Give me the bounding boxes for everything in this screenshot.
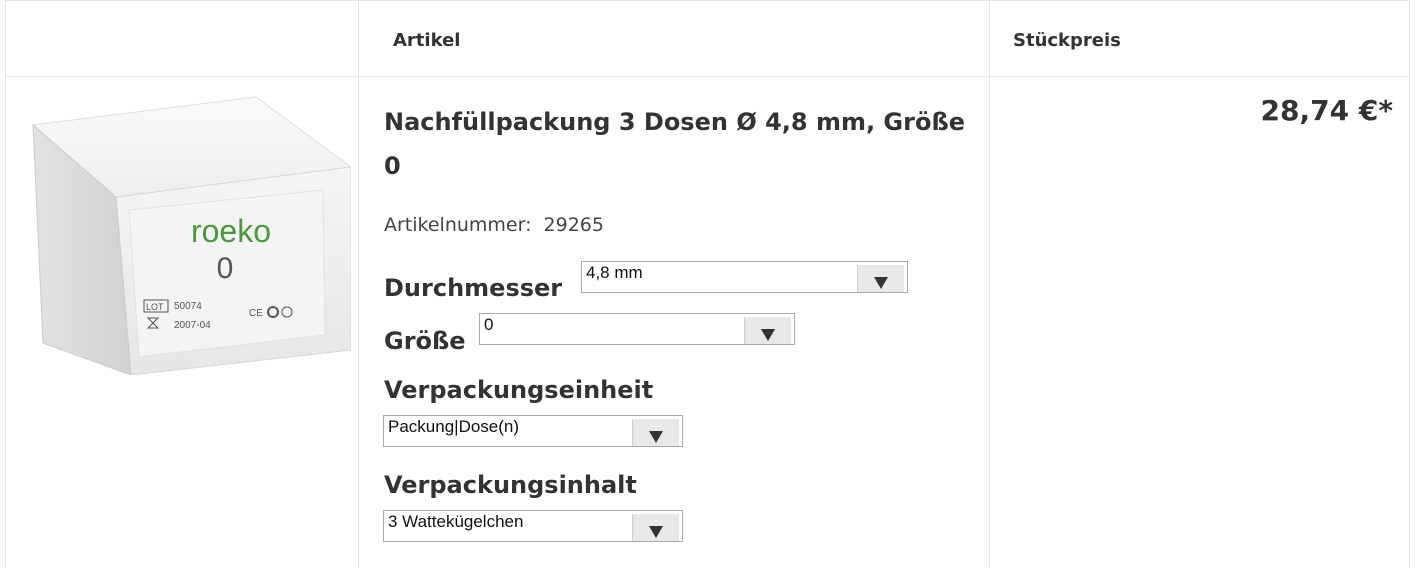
- chevron-down-icon: [761, 329, 775, 341]
- diameter-label: Durchmesser: [384, 274, 563, 302]
- header-article: Artikel: [393, 30, 461, 51]
- size-select[interactable]: 0: [479, 313, 795, 345]
- product-title[interactable]: Nachfüllpackung 3 Dosen Ø 4,8 mm, Größe …: [384, 100, 984, 188]
- packaging-unit-value: Packung|Dose(n): [388, 417, 520, 436]
- box-size-label: 0: [217, 252, 234, 285]
- chevron-down-icon: [874, 277, 888, 289]
- unit-price: 28,74 €*: [1260, 94, 1393, 127]
- chevron-down-icon: [649, 526, 663, 538]
- packaging-content-value: 3 Wattekügelchen: [388, 512, 524, 531]
- ce-mark: CE: [249, 308, 263, 319]
- table-top-border: [6, 0, 1409, 1]
- brand-logo: roeko: [191, 213, 271, 249]
- article-number-row: Artikelnummer: 29265: [384, 214, 604, 236]
- diameter-select[interactable]: 4,8 mm: [581, 261, 908, 293]
- packaging-content-dropdown-button[interactable]: [632, 514, 679, 541]
- lot-label: LOT: [146, 302, 164, 312]
- packaging-unit-label: Verpackungseinheit: [384, 376, 654, 404]
- header-unit-price: Stückpreis: [1013, 30, 1121, 51]
- product-table: Artikel Stückpreis roeko 0 LOT 50074 200…: [5, 0, 1410, 568]
- diameter-value: 4,8 mm: [586, 263, 643, 282]
- article-number: 29265: [543, 214, 604, 236]
- column-divider-2: [989, 0, 990, 568]
- chevron-down-icon: [649, 431, 663, 443]
- article-number-label: Artikelnummer:: [384, 214, 532, 236]
- column-divider-1: [358, 0, 359, 568]
- expiry-date: 2007-04: [174, 320, 211, 331]
- packaging-unit-select[interactable]: Packung|Dose(n): [383, 415, 683, 447]
- product-image[interactable]: roeko 0 LOT 50074 2007-04 CE: [21, 95, 351, 375]
- lot-number: 50074: [174, 301, 202, 312]
- diameter-dropdown-button[interactable]: [857, 265, 904, 292]
- size-value: 0: [484, 315, 494, 334]
- packaging-unit-dropdown-button[interactable]: [632, 419, 679, 446]
- size-label: Größe: [384, 327, 466, 355]
- packaging-content-select[interactable]: 3 Wattekügelchen: [383, 510, 683, 542]
- size-dropdown-button[interactable]: [744, 317, 791, 344]
- packaging-content-label: Verpackungsinhalt: [384, 471, 637, 499]
- header-row-divider: [6, 76, 1409, 77]
